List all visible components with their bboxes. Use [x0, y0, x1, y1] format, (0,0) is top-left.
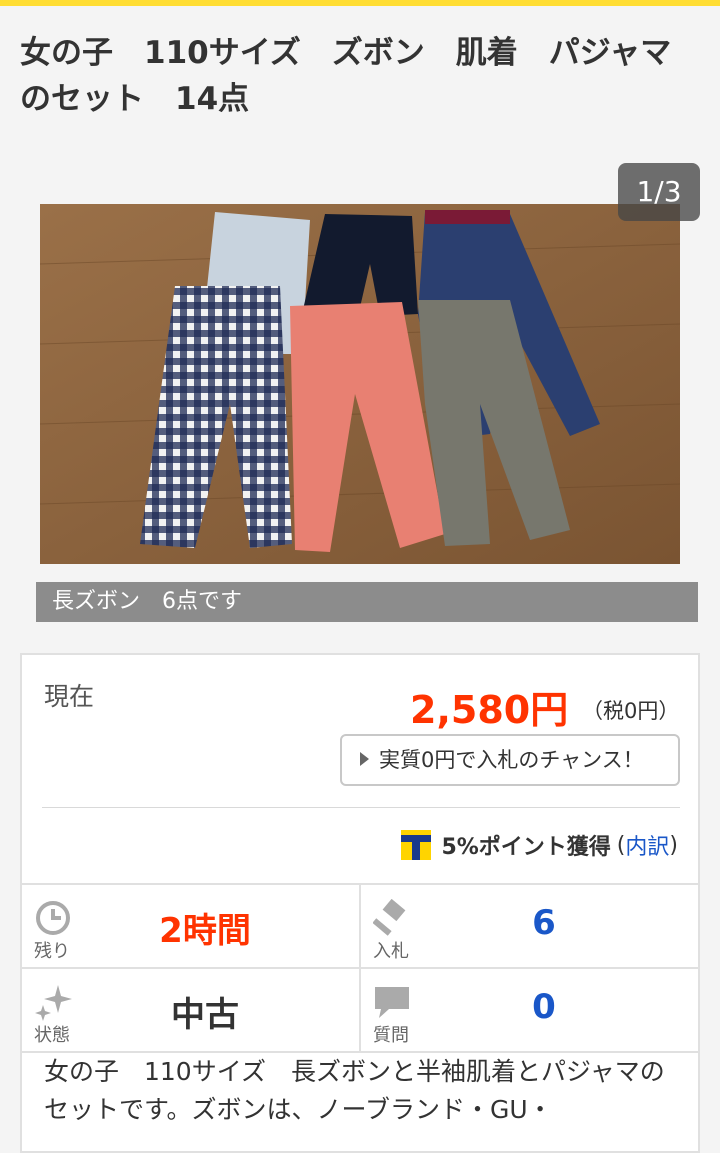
item-photo[interactable]: [40, 204, 680, 564]
clock-icon: [36, 901, 70, 935]
image-caption: 長ズボン 6点です: [36, 582, 698, 622]
speech-bubble-icon: [375, 987, 409, 1018]
remaining-value: 2時間: [159, 911, 251, 951]
condition-value: 中古: [171, 995, 239, 1035]
points-rate: 5%ポイント獲得: [441, 835, 611, 860]
bid-chance-label: 実質0円で入札のチャンス！: [379, 748, 644, 772]
bids-label: 入札: [373, 941, 409, 962]
questions-value: 0: [532, 987, 556, 1027]
points-paren-open: (: [616, 832, 626, 858]
sparkle-icon: [35, 985, 72, 1021]
play-arrow-icon: [360, 752, 369, 766]
remaining-time-cell: 残り 2時間: [22, 885, 358, 967]
condition-label: 状態: [34, 1025, 70, 1046]
points-row: 5%ポイント獲得 (内訳): [401, 829, 678, 861]
top-accent-bar: [0, 0, 720, 6]
remaining-label: 残り: [34, 941, 70, 962]
gavel-icon: [373, 899, 406, 936]
bids-cell[interactable]: 入札 6: [361, 885, 697, 967]
points-paren-close: ): [669, 832, 678, 858]
image-counter: 1/3: [618, 163, 700, 221]
condition-cell: 状態 中古: [22, 969, 358, 1051]
tax-amount: （税0円）: [582, 699, 680, 723]
auction-info-card: 現在 2,580円 （税0円） 実質0円で入札のチャンス！ 5%ポイント獲得 (…: [20, 653, 700, 1153]
points-breakdown-link[interactable]: 内訳: [625, 829, 669, 861]
questions-label: 質問: [373, 1025, 409, 1046]
item-description: 女の子 110サイズ 長ズボンと半袖肌着とパジャマのセットです。ズボンは、ノーブ…: [44, 1057, 665, 1124]
t-point-logo-icon: [401, 830, 432, 860]
questions-cell[interactable]: 質問 0: [361, 969, 697, 1051]
divider: [42, 807, 680, 808]
bids-value: 6: [532, 903, 556, 943]
current-price: 2,580円: [410, 688, 569, 732]
item-title: 女の子 110サイズ ズボン 肌着 パジャマのセット 14点: [20, 35, 672, 117]
current-price-label: 現在: [44, 682, 95, 711]
bid-chance-button[interactable]: 実質0円で入札のチャンス！: [340, 734, 680, 786]
